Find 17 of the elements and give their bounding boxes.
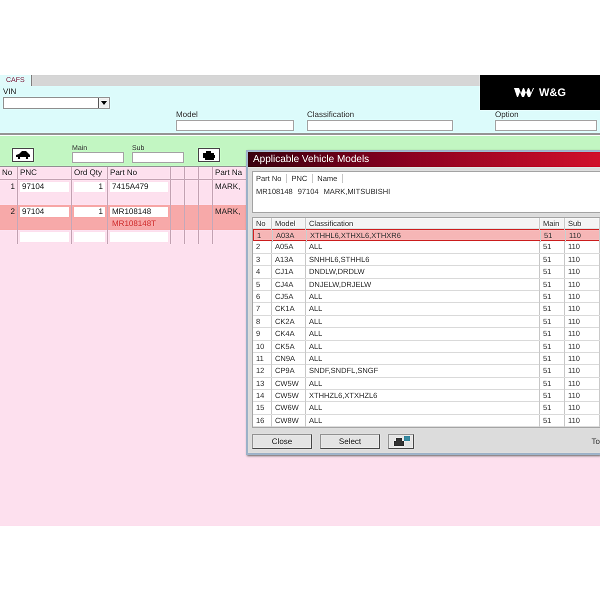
column-header: No [2, 168, 12, 177]
field-label: Model [176, 110, 199, 119]
dialog-title: Applicable Vehicle Models [248, 152, 600, 167]
part-name: MARK, [215, 207, 240, 216]
vin-label: VIN [3, 87, 16, 96]
alternate-part-number: MR108148T [111, 218, 158, 228]
column-header: Part Na [215, 168, 242, 177]
logo-text: W&G [539, 86, 566, 98]
field-label: Classification [307, 110, 356, 119]
field-label: Option [495, 110, 520, 119]
row-number: 1 [10, 182, 15, 191]
column-header: PNC [20, 168, 37, 177]
row-number: 2 [10, 207, 15, 216]
column-header: Ord Qty [74, 168, 102, 177]
column-header: Part No [110, 168, 138, 177]
part-name: MARK, [215, 182, 240, 191]
footer-text: To [592, 436, 600, 446]
